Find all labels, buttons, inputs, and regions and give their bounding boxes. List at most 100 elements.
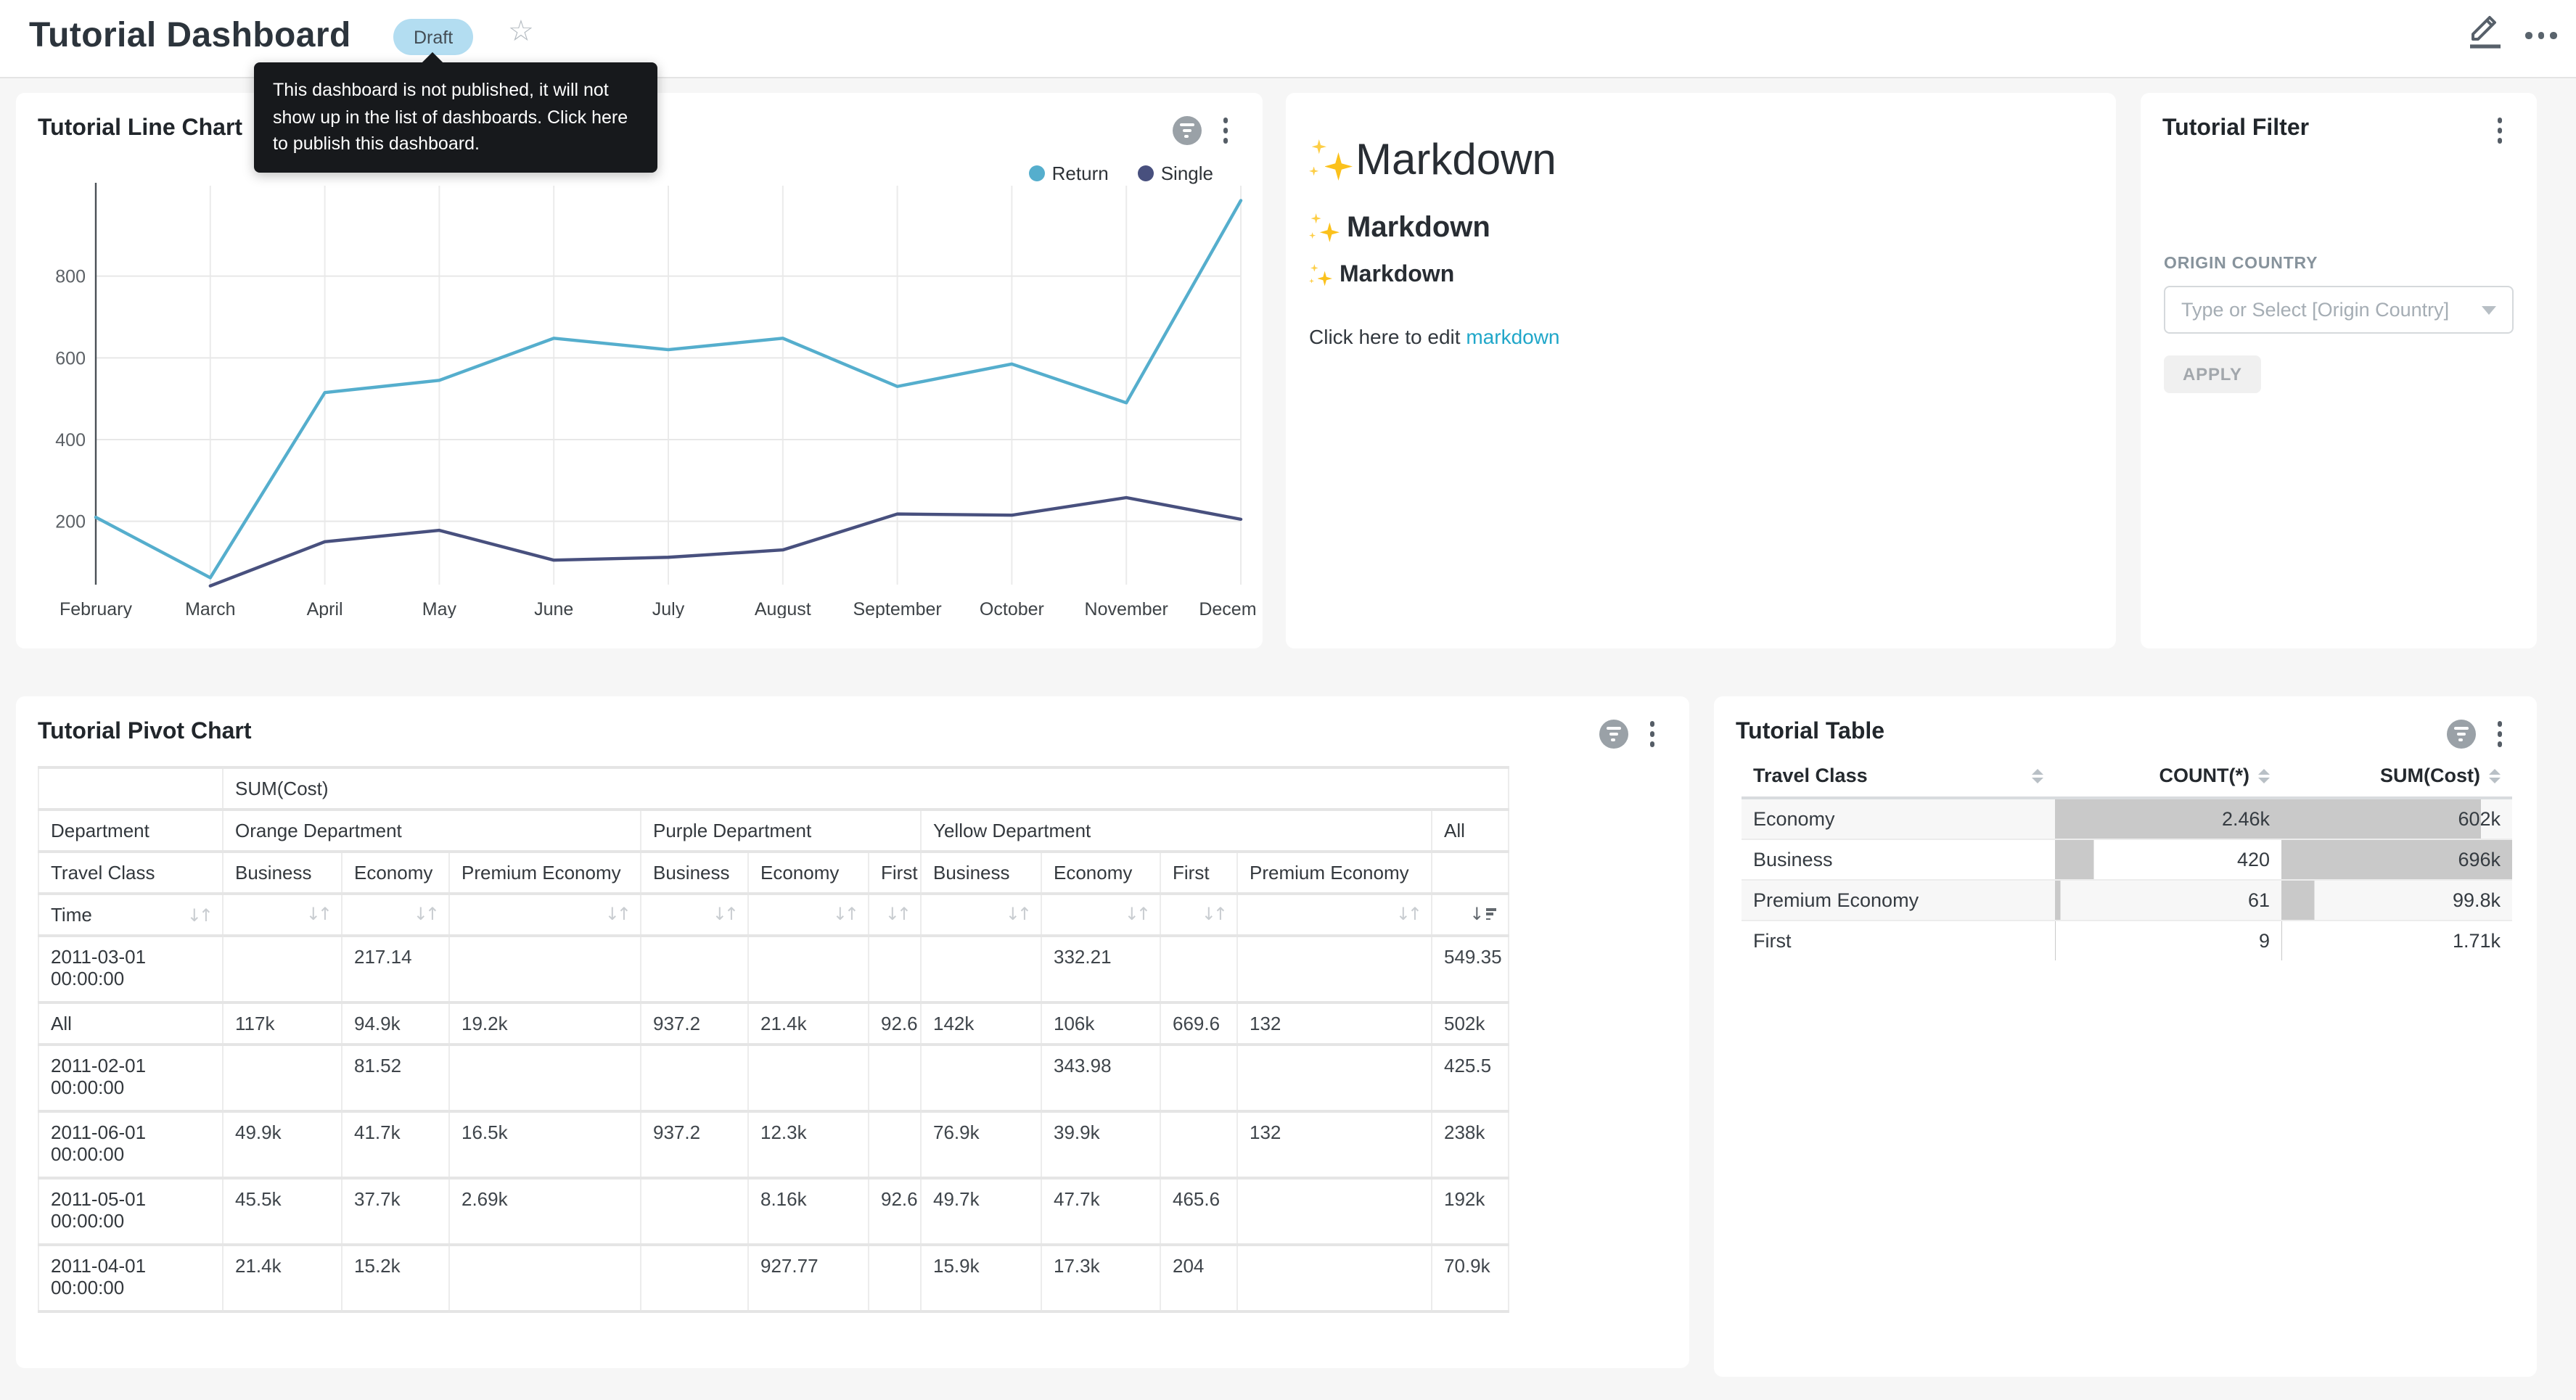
pivot-cell[interactable] — [1237, 1178, 1432, 1245]
pivot-cell[interactable] — [641, 1245, 748, 1312]
pivot-cell[interactable]: 204 — [1160, 1245, 1237, 1312]
sort-icon[interactable]: ↓↑ — [1125, 904, 1148, 924]
pivot-cell[interactable] — [449, 936, 641, 1002]
legend-item[interactable]: Return — [1029, 162, 1109, 184]
sort-icon[interactable]: ↓↑ — [605, 904, 628, 924]
chart-legend[interactable]: Return Single — [1029, 162, 1213, 184]
more-options-icon[interactable] — [2525, 32, 2556, 38]
pivot-cell[interactable] — [1237, 936, 1432, 1002]
origin-country-select[interactable]: Type or Select [Origin Country] — [2164, 286, 2514, 334]
pivot-cell[interactable]: 332.21 — [1041, 936, 1160, 1002]
edit-pencil-icon[interactable] — [2467, 9, 2511, 58]
column-header-sum-cost[interactable]: SUM(Cost) — [2281, 754, 2512, 798]
sort-icon[interactable]: ↓↑ — [833, 904, 856, 924]
table-kebab-menu-icon[interactable] — [2494, 718, 2505, 749]
pivot-kebab-menu-icon[interactable] — [1646, 718, 1657, 749]
pivot-cell[interactable]: 92.6 — [869, 1002, 921, 1045]
pivot-cell[interactable] — [1160, 1111, 1237, 1178]
pivot-cell[interactable]: 8.16k — [748, 1178, 869, 1245]
column-header-travel-class[interactable]: Travel Class — [1742, 754, 2055, 798]
pivot-cell[interactable]: 45.5k — [223, 1178, 342, 1245]
line-chart-canvas[interactable]: 200400600800FebruaryMarchAprilMayJuneJul… — [36, 168, 1257, 618]
pivot-cell[interactable]: 142k — [921, 1002, 1041, 1045]
pivot-cell[interactable]: 76.9k — [921, 1111, 1041, 1178]
pivot-cell[interactable]: 549.35 — [1432, 936, 1509, 1002]
apply-button[interactable]: APPLY — [2164, 355, 2261, 393]
series-line-single[interactable] — [210, 498, 1241, 586]
pivot-cell[interactable]: 39.9k — [1041, 1111, 1160, 1178]
pivot-cell[interactable]: 465.6 — [1160, 1178, 1237, 1245]
sort-icon[interactable]: ↓↑ — [187, 905, 210, 925]
pivot-cell[interactable] — [748, 936, 869, 1002]
pivot-cell[interactable]: 669.6 — [1160, 1002, 1237, 1045]
sort-icon[interactable]: ↓↑ — [713, 904, 736, 924]
pivot-cell[interactable] — [1237, 1045, 1432, 1111]
pivot-cell[interactable] — [921, 1045, 1041, 1111]
applied-filter-icon[interactable] — [1172, 116, 1201, 145]
pivot-cell[interactable] — [869, 1045, 921, 1111]
pivot-cell[interactable] — [223, 1045, 342, 1111]
pivot-cell[interactable] — [1160, 1045, 1237, 1111]
sort-icon[interactable]: ↓↑ — [885, 904, 908, 924]
legend-item[interactable]: Single — [1138, 162, 1213, 184]
pivot-cell[interactable]: 92.6 — [869, 1178, 921, 1245]
pivot-cell[interactable]: 117k — [223, 1002, 342, 1045]
pivot-cell[interactable] — [1160, 936, 1237, 1002]
column-header-count[interactable]: COUNT(*) — [2055, 754, 2281, 798]
chart-kebab-menu-icon[interactable] — [1220, 115, 1231, 146]
sort-descending-active-icon[interactable]: ↓ — [1469, 904, 1496, 924]
pivot-cell[interactable]: 238k — [1432, 1111, 1509, 1178]
filter-kebab-menu-icon[interactable] — [2494, 115, 2505, 146]
sort-icon[interactable]: ↓↑ — [306, 904, 329, 924]
pivot-cell[interactable]: 343.98 — [1041, 1045, 1160, 1111]
table-row[interactable]: Business420696k — [1742, 839, 2512, 880]
pivot-cell[interactable]: 47.7k — [1041, 1178, 1160, 1245]
pivot-cell[interactable] — [449, 1245, 641, 1312]
draft-status-badge[interactable]: Draft — [393, 19, 473, 55]
pivot-cell[interactable] — [748, 1045, 869, 1111]
pivot-cell[interactable] — [869, 1245, 921, 1312]
pivot-cell[interactable] — [869, 1111, 921, 1178]
pivot-cell[interactable]: 132 — [1237, 1002, 1432, 1045]
pivot-cell[interactable]: 217.14 — [342, 936, 449, 1002]
publish-tooltip[interactable]: This dashboard is not published, it will… — [254, 62, 657, 172]
sort-icon[interactable]: ↓↑ — [1396, 904, 1419, 924]
pivot-cell[interactable]: 16.5k — [449, 1111, 641, 1178]
pivot-cell[interactable]: 192k — [1432, 1178, 1509, 1245]
pivot-cell[interactable]: 15.9k — [921, 1245, 1041, 1312]
pivot-cell[interactable]: 425.5 — [1432, 1045, 1509, 1111]
pivot-cell[interactable]: 502k — [1432, 1002, 1509, 1045]
applied-filter-icon[interactable] — [2446, 720, 2475, 749]
pivot-cell[interactable] — [921, 936, 1041, 1002]
table-row[interactable]: Economy2.46k602k — [1742, 798, 2512, 839]
pivot-cell[interactable] — [1237, 1245, 1432, 1312]
pivot-cell[interactable]: 49.9k — [223, 1111, 342, 1178]
pivot-cell[interactable] — [449, 1045, 641, 1111]
pivot-cell[interactable]: 132 — [1237, 1111, 1432, 1178]
applied-filter-icon[interactable] — [1599, 720, 1628, 749]
pivot-cell[interactable] — [223, 936, 342, 1002]
favorite-star-icon[interactable]: ☆ — [508, 13, 534, 48]
edit-markdown-link[interactable]: markdown — [1466, 325, 1559, 348]
sort-icon[interactable]: ↓↑ — [1202, 904, 1225, 924]
pivot-cell[interactable]: 81.52 — [342, 1045, 449, 1111]
pivot-cell[interactable] — [641, 936, 748, 1002]
pivot-cell[interactable]: 15.2k — [342, 1245, 449, 1312]
pivot-cell[interactable]: 37.7k — [342, 1178, 449, 1245]
pivot-cell[interactable]: 106k — [1041, 1002, 1160, 1045]
pivot-cell[interactable]: 21.4k — [748, 1002, 869, 1045]
pivot-cell[interactable]: 937.2 — [641, 1111, 748, 1178]
table-row[interactable]: Premium Economy6199.8k — [1742, 880, 2512, 921]
pivot-cell[interactable]: 70.9k — [1432, 1245, 1509, 1312]
sort-icon[interactable]: ↓↑ — [414, 904, 437, 924]
pivot-cell[interactable]: 937.2 — [641, 1002, 748, 1045]
pivot-cell[interactable]: 17.3k — [1041, 1245, 1160, 1312]
pivot-cell[interactable]: 94.9k — [342, 1002, 449, 1045]
pivot-cell[interactable] — [641, 1045, 748, 1111]
pivot-cell[interactable]: 41.7k — [342, 1111, 449, 1178]
pivot-cell[interactable]: 12.3k — [748, 1111, 869, 1178]
pivot-cell[interactable]: 19.2k — [449, 1002, 641, 1045]
pivot-cell[interactable] — [641, 1178, 748, 1245]
sort-icon[interactable]: ↓↑ — [1006, 904, 1029, 924]
pivot-cell[interactable]: 927.77 — [748, 1245, 869, 1312]
